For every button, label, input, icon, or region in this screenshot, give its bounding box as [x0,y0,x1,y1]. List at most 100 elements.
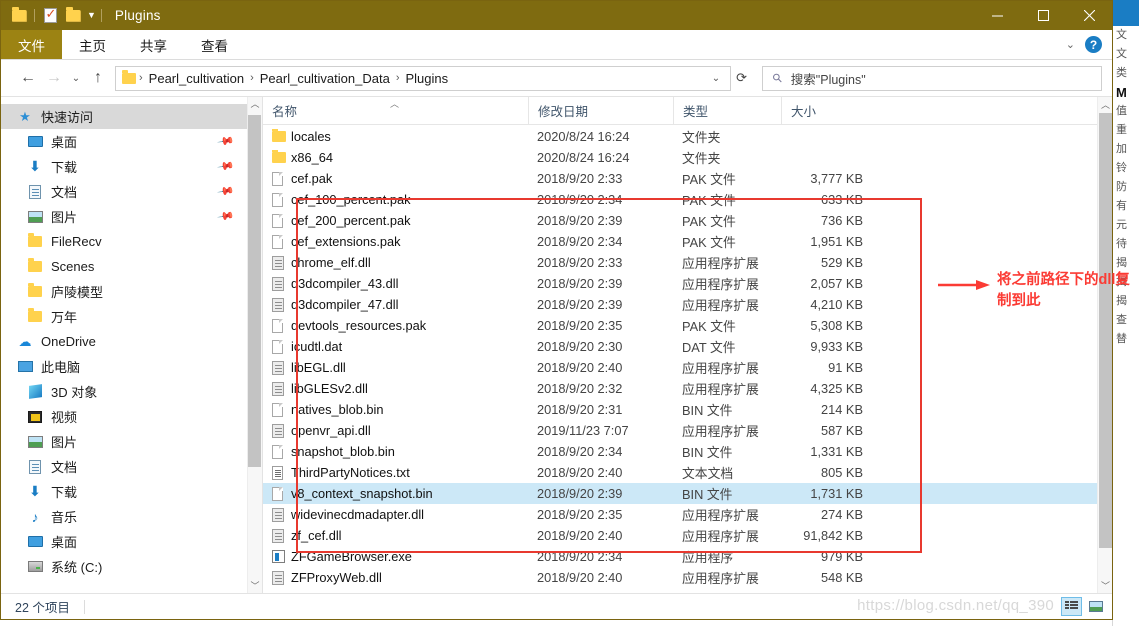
table-row[interactable]: chrome_elf.dll2018/9/20 2:33应用程序扩展529 KB [263,252,1097,273]
tab-file[interactable]: 文件 [1,30,62,59]
sidebar-item-17[interactable]: 桌面 [1,529,247,554]
breadcrumb-item-3[interactable]: Plugins [400,71,453,86]
maximize-button[interactable] [1020,1,1066,30]
sidebar-item-10[interactable]: 此电脑 [1,354,247,379]
file-name: ZFProxyWeb.dll [291,570,382,585]
dll-icon [272,298,291,312]
chevron-down-icon[interactable]: ⌄ [706,73,726,84]
forward-button[interactable]: → [41,65,67,91]
tab-home[interactable]: 主页 [62,30,123,59]
file-list-scrollbar-thumb[interactable] [1099,113,1112,548]
minimize-button[interactable] [974,1,1020,30]
table-row[interactable]: cef_extensions.pak2018/9/20 2:34PAK 文件1,… [263,231,1097,252]
sidebar-item-8[interactable]: 万年 [1,304,247,329]
sidebar-item-3[interactable]: 文档📌 [1,179,247,204]
sidebar-item-11[interactable]: 3D 对象 [1,379,247,404]
table-row[interactable]: devtools_resources.pak2018/9/20 2:35PAK … [263,315,1097,336]
sidebar-item-4[interactable]: 图片📌 [1,204,247,229]
help-icon[interactable]: ? [1085,36,1102,53]
table-row[interactable]: ZFGameBrowser.exe2018/9/20 2:34应用程序979 K… [263,546,1097,567]
pin-icon[interactable]: 📌 [217,182,236,201]
table-row[interactable]: d3dcompiler_43.dll2018/9/20 2:39应用程序扩展2,… [263,273,1097,294]
column-header-size[interactable]: 大小 [781,97,871,125]
dll-icon [272,508,291,522]
table-row[interactable]: openvr_api.dll2019/11/23 7:07应用程序扩展587 K… [263,420,1097,441]
table-row[interactable]: cef_200_percent.pak2018/9/20 2:39PAK 文件7… [263,210,1097,231]
table-row[interactable]: ThirdPartyNotices.txt2018/9/20 2:40文本文档8… [263,462,1097,483]
chevron-down-icon[interactable]: ▼ [87,11,96,20]
folder-icon [9,5,29,26]
column-header-date[interactable]: 修改日期 [528,97,673,125]
new-folder-icon[interactable] [63,5,83,26]
column-header-name[interactable]: 名称 ︿ [263,97,528,125]
pin-icon[interactable]: 📌 [217,132,236,151]
navigation-scrollbar-thumb[interactable] [248,115,261,467]
breadcrumb-item-2[interactable]: Pearl_cultivation_Data [255,71,395,86]
column-header-type[interactable]: 类型 [673,97,781,125]
file-date: 2018/9/20 2:39 [528,276,673,291]
tab-view[interactable]: 查看 [184,30,245,59]
table-row[interactable]: widevinecdmadapter.dll2018/9/20 2:35应用程序… [263,504,1097,525]
scroll-down-icon[interactable]: ﹀ [1098,578,1113,593]
file-type: PAK 文件 [673,190,781,209]
sidebar-item-14[interactable]: 文档 [1,454,247,479]
sidebar-item-7[interactable]: 庐陵模型 [1,279,247,304]
table-row[interactable]: locales2020/8/24 16:24文件夹 [263,126,1097,147]
sidebar-item-13[interactable]: 图片 [1,429,247,454]
file-size: 548 KB [781,570,871,585]
address-bar-row: ← → ⌄ ↑ › Pearl_cultivation › Pearl_cult… [1,60,1112,96]
table-row[interactable]: cef.pak2018/9/20 2:33PAK 文件3,777 KB [263,168,1097,189]
table-row[interactable]: d3dcompiler_47.dll2018/9/20 2:39应用程序扩展4,… [263,294,1097,315]
close-button[interactable] [1066,1,1112,30]
sidebar-item-9[interactable]: ☁OneDrive [1,329,247,354]
table-row[interactable]: v8_context_snapshot.bin2018/9/20 2:39BIN… [263,483,1097,504]
breadcrumb-item-1[interactable]: Pearl_cultivation [144,71,249,86]
properties-icon[interactable] [40,5,60,26]
table-row[interactable]: cef_100_percent.pak2018/9/20 2:34PAK 文件6… [263,189,1097,210]
sidebar-item-12[interactable]: 视频 [1,404,247,429]
table-row[interactable]: snapshot_blob.bin2018/9/20 2:34BIN 文件1,3… [263,441,1097,462]
folder-icon [122,73,136,84]
sidebar-item-15[interactable]: ⬇下载 [1,479,247,504]
navigation-scrollbar[interactable]: ︿ ﹀ [247,97,262,593]
tab-share[interactable]: 共享 [123,30,184,59]
background-window-line: 文 [1113,45,1139,64]
scroll-up-icon[interactable]: ︿ [1098,97,1113,112]
expand-ribbon-icon[interactable]: ⌄ [1066,38,1075,51]
up-button[interactable]: ↑ [85,65,111,91]
file-type: 应用程序扩展 [673,505,781,524]
sidebar-item-18[interactable]: 系统 (C:) [1,554,247,579]
file-date: 2018/9/20 2:35 [528,507,673,522]
folder-icon [272,152,291,163]
sidebar-item-0[interactable]: ★快速访问 [1,104,247,129]
table-row[interactable]: libEGL.dll2018/9/20 2:40应用程序扩展91 KB [263,357,1097,378]
large-icons-view-button[interactable] [1085,597,1106,616]
scroll-up-icon[interactable]: ︿ [250,99,259,109]
recent-locations-button[interactable]: ⌄ [67,65,85,91]
table-row[interactable]: zf_cef.dll2018/9/20 2:40应用程序扩展91,842 KB [263,525,1097,546]
address-bar[interactable]: › Pearl_cultivation › Pearl_cultivation_… [115,66,731,91]
table-row[interactable]: natives_blob.bin2018/9/20 2:31BIN 文件214 … [263,399,1097,420]
pin-icon[interactable]: 📌 [217,157,236,176]
refresh-button[interactable]: ⟳ [731,70,752,86]
sidebar-item-label: 庐陵模型 [51,282,103,301]
table-row[interactable]: x86_642020/8/24 16:24文件夹 [263,147,1097,168]
sidebar-item-6[interactable]: Scenes [1,254,247,279]
sidebar-item-5[interactable]: FileRecv [1,229,247,254]
sidebar-item-16[interactable]: ♪音乐 [1,504,247,529]
table-row[interactable]: ZFProxyWeb.dll2018/9/20 2:40应用程序扩展548 KB [263,567,1097,588]
file-type: 应用程序扩展 [673,295,781,314]
dll-icon [272,256,291,270]
sidebar-item-1[interactable]: 桌面📌 [1,129,247,154]
sidebar-item-2[interactable]: ⬇下载📌 [1,154,247,179]
details-view-button[interactable] [1061,597,1082,616]
search-box[interactable]: ⚲ 搜索"Plugins" [762,66,1102,91]
sidebar-item-label: Scenes [51,259,94,274]
file-date: 2018/9/20 2:35 [528,318,673,333]
table-row[interactable]: libGLESv2.dll2018/9/20 2:32应用程序扩展4,325 K… [263,378,1097,399]
scroll-down-icon[interactable]: ﹀ [250,581,259,591]
file-list-scrollbar[interactable]: ︿ ﹀ [1097,97,1112,593]
back-button[interactable]: ← [15,65,41,91]
table-row[interactable]: icudtl.dat2018/9/20 2:30DAT 文件9,933 KB [263,336,1097,357]
pin-icon[interactable]: 📌 [217,207,236,226]
